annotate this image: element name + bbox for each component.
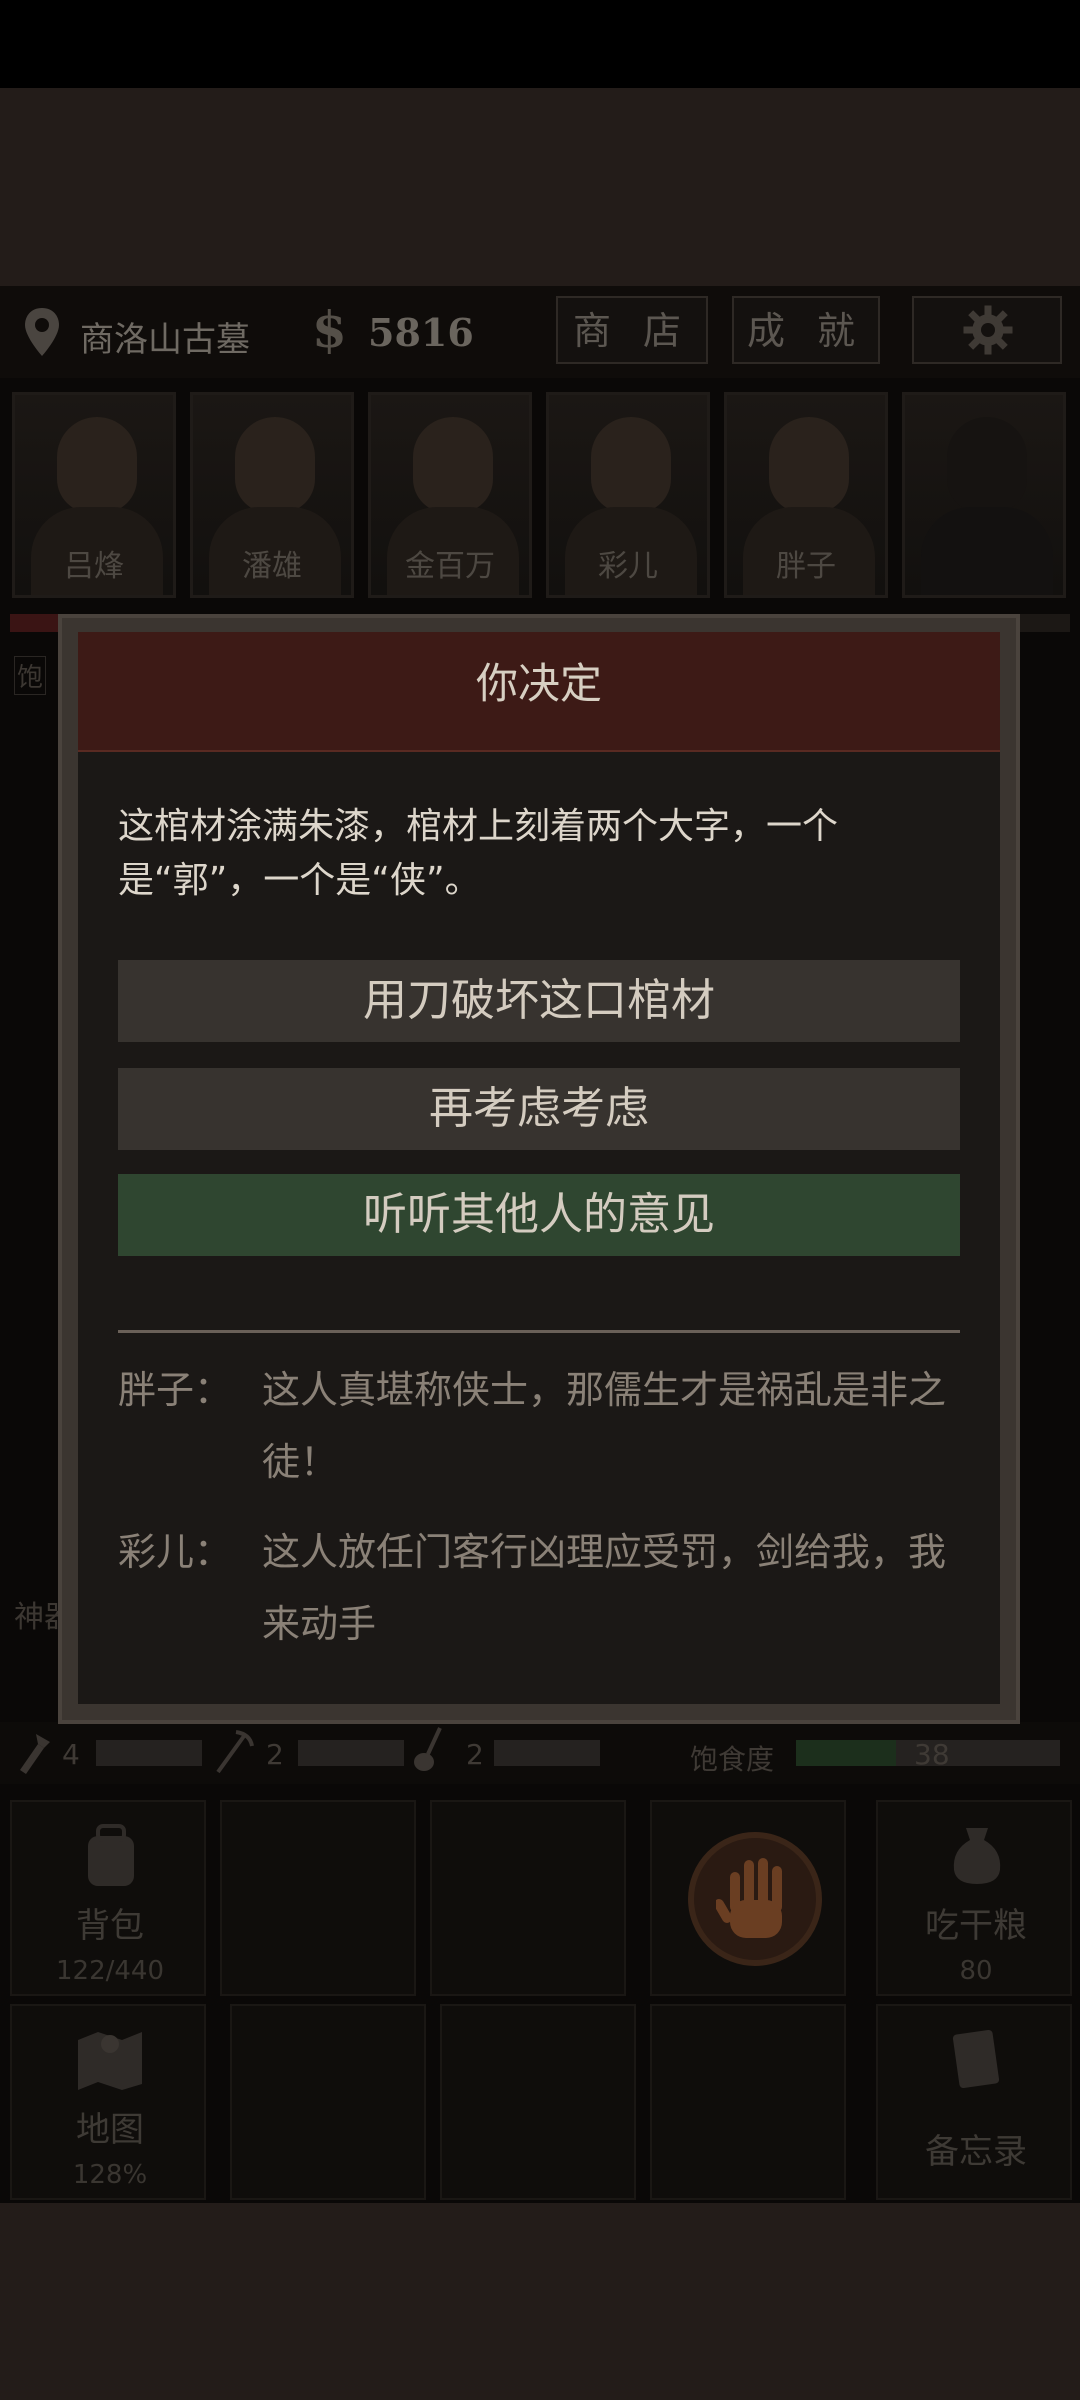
achievements-button[interactable]: 成 就 [732, 296, 880, 364]
party-member-3[interactable]: 金百万 [368, 392, 532, 598]
top-letterbox [0, 88, 1080, 286]
eat-rations-label: 吃干粮 [925, 1906, 1027, 1946]
bottom-letterbox [0, 2203, 1080, 2400]
shovel-icon [20, 1734, 50, 1774]
gear-icon [963, 305, 1013, 355]
portrait-body [921, 507, 1053, 595]
dialog-description: 这棺材涂满朱漆，棺材上刻着两个大字，一个是“郭”，一个是“侠”。 [118, 806, 839, 901]
grid-slot[interactable] [220, 1800, 416, 1996]
eat-rations-button[interactable]: 吃干粮 80 [876, 1800, 1072, 1996]
portrait-face [591, 417, 671, 513]
tool2-count: 2 [266, 1738, 284, 1771]
map-button[interactable]: 地图 128% [10, 2004, 206, 2200]
location-name: 商洛山古墓 [80, 320, 250, 360]
tool3-count: 2 [466, 1738, 484, 1771]
party-member-name: 胖子 [776, 549, 836, 584]
grid-slot[interactable] [230, 2004, 426, 2200]
party-member-empty[interactable] [902, 392, 1066, 598]
tool3-bar [494, 1740, 600, 1766]
dialog-title: 你决定 [475, 659, 602, 708]
grid-slot[interactable] [650, 2004, 846, 2200]
party-member-5[interactable]: 胖子 [724, 392, 888, 598]
choice-ask-others[interactable]: 听听其他人的意见 [118, 1174, 960, 1256]
status-bar-area [0, 0, 1080, 88]
shop-button[interactable]: 商 店 [556, 296, 708, 364]
dialog-divider [118, 1330, 960, 1333]
portrait-face [235, 417, 315, 513]
hand-icon [716, 1858, 782, 1938]
portrait-face [413, 417, 493, 513]
companion-comment: 彩儿： 这人放任门客行凶理应受罚，剑给我，我来动手 [118, 1516, 960, 1660]
memo-label: 备忘录 [925, 2132, 1027, 2172]
satiety-side-label: 饱 [14, 656, 47, 695]
map-progress: 128% [72, 2160, 148, 2190]
party-member-name: 潘雄 [242, 549, 302, 584]
satiety-value: 38 [914, 1738, 950, 1771]
backpack-button[interactable]: 背包 122/440 [10, 1800, 206, 1996]
portrait-face [769, 417, 849, 513]
backpack-label: 背包 [76, 1906, 144, 1946]
pickaxe-icon [216, 1730, 254, 1774]
party-member-name: 彩儿 [598, 549, 658, 584]
rations-count: 80 [959, 1956, 993, 1986]
tool1-count: 4 [62, 1738, 80, 1771]
spade-icon [414, 1727, 442, 1771]
party-member-name: 吕烽 [64, 549, 124, 584]
settings-button[interactable] [912, 296, 1062, 364]
comment-text: 这人真堪称侠士，那儒生才是祸乱是非之徒！ [262, 1368, 947, 1484]
map-label: 地图 [76, 2110, 144, 2150]
grid-slot[interactable] [430, 1800, 626, 1996]
choice-reconsider[interactable]: 再考虑考虑 [118, 1068, 960, 1150]
portrait-face [57, 417, 137, 513]
map-pin-icon [25, 308, 59, 356]
ration-bag-icon [953, 1828, 1001, 1884]
satiety-bar-fill [796, 1740, 896, 1766]
money-value: 5816 [368, 310, 474, 355]
portrait-silhouette [947, 417, 1027, 513]
choice-destroy-coffin[interactable]: 用刀破坏这口棺材 [118, 960, 960, 1042]
companion-comment: 胖子： 这人真堪称侠士，那儒生才是祸乱是非之徒！ [118, 1354, 960, 1498]
tool2-bar [298, 1740, 404, 1766]
satiety-label: 饱食度 [690, 1743, 775, 1776]
interact-hand-button[interactable] [688, 1832, 822, 1966]
tool1-bar [96, 1740, 202, 1766]
comment-speaker: 彩儿： [118, 1530, 233, 1574]
party-member-2[interactable]: 潘雄 [190, 392, 354, 598]
currency-icon: $ [312, 300, 347, 359]
party-member-4[interactable]: 彩儿 [546, 392, 710, 598]
memo-button[interactable]: 备忘录 [876, 2004, 1072, 2200]
map-icon [78, 2032, 142, 2090]
backpack-capacity: 122/440 [55, 1956, 164, 1986]
memo-icon [952, 2029, 1000, 2089]
comment-text: 这人放任门客行凶理应受罚，剑给我，我来动手 [262, 1530, 947, 1646]
comment-speaker: 胖子： [118, 1368, 233, 1412]
party-member-name: 金百万 [405, 549, 495, 584]
party-member-1[interactable]: 吕烽 [12, 392, 176, 598]
backpack-icon [88, 1824, 134, 1886]
grid-slot[interactable] [440, 2004, 636, 2200]
